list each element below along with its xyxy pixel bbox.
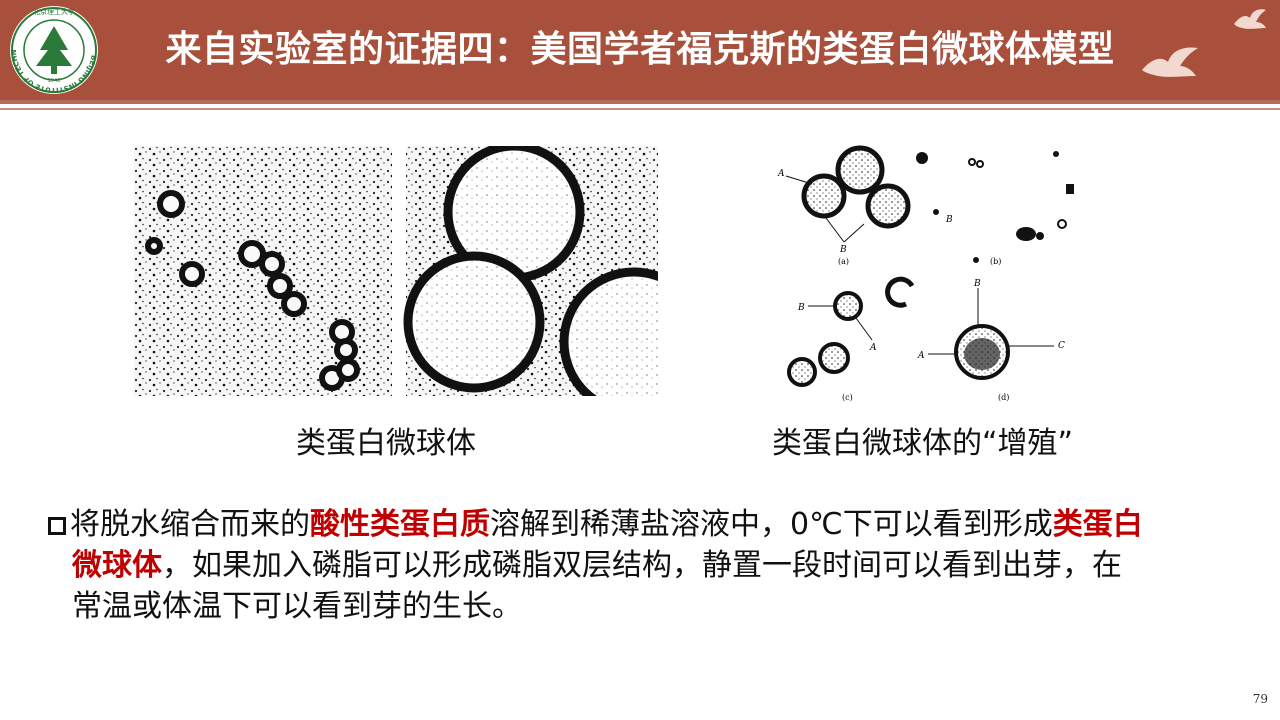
highlight-proteinoid: 类蛋白 [1052,507,1143,542]
highlight-microsphere: 微球体 [72,548,162,583]
body-text-2: 溶解到稀薄盐溶液中，0℃下可以看到形成 [490,507,1053,542]
panel-b-label: (b) [990,257,1001,266]
body-text-1: 将脱水缩合而来的 [70,507,310,542]
label-a-B: B [945,215,953,225]
label-d-B: B [973,279,981,289]
body-text-3: ，如果加入磷脂可以形成磷脂双层结构，静置一段时间可以看到出芽，在 [162,548,1122,583]
caption-proliferation: 类蛋白微球体的“增殖” [772,426,1074,461]
label-d-C: C [1058,341,1065,351]
dove-icon-large [1142,47,1198,77]
panel-a-label: (a) [838,257,849,266]
label-c-A: B [797,303,805,313]
logo-cn: 北京理工大学 [33,7,75,16]
proliferation-diagram: A B B (a) (b) B A (c) B A C (d) [776,140,1086,404]
page-title: 来自实验室的证据四：美国学者福克斯的类蛋白微球体模型 [165,29,1115,70]
label-a-B2: B [839,245,847,255]
label-a-A: A [777,169,785,179]
proliferation-illustration: A B B (a) (b) B A (c) B A C (d) [777,145,1074,402]
header-divider [0,100,1280,104]
university-logo: BEIJING INSTITUTE OF TECHNOLOGY 北京理工大学 1… [4,4,98,94]
microsphere-illustration [134,146,658,396]
highlight-acidic-proteinoid: 酸性类蛋白质 [310,507,490,542]
panel-c-label: (c) [842,393,853,402]
logo-year: 1940 [48,78,61,84]
dove-icon [1234,9,1266,29]
caption-microspheres: 类蛋白微球体 [296,426,476,461]
body-text-4: 常温或体温下可以看到芽的生长。 [72,589,522,624]
body-paragraph: 将脱水缩合而来的酸性类蛋白质溶解到稀薄盐溶液中，0℃下可以看到形成类蛋白 微球体… [48,504,1228,627]
square-bullet-icon [48,517,66,535]
header-divider-thin [0,108,1280,110]
microsphere-micrograph [134,146,658,396]
label-d-A: A [917,351,925,361]
label-c-B: A [869,343,877,353]
page-number: 79 [1252,692,1268,706]
panel-d-label: (d) [998,393,1009,402]
